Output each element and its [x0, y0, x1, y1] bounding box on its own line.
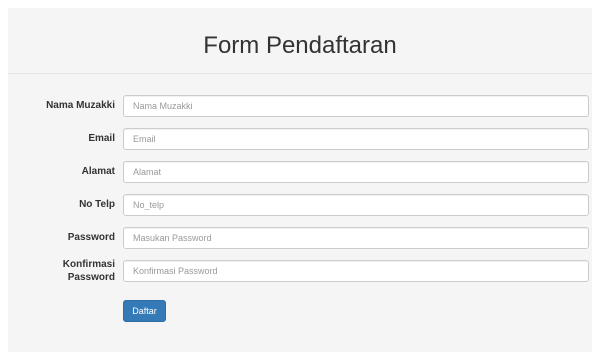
konfirmasi-password-label: Konfirmasi Password — [5, 258, 115, 284]
nama-muzakki-input[interactable] — [123, 95, 589, 117]
form-row-alamat: Alamat — [8, 161, 592, 183]
no-telp-label: No Telp — [79, 199, 115, 210]
nama-muzakki-label: Nama Muzakki — [46, 100, 115, 111]
konfirmasi-password-label-line2: Password — [67, 272, 115, 283]
konfirmasi-password-label-line1: Konfirmasi — [62, 259, 115, 270]
alamat-label: Alamat — [81, 166, 115, 177]
form-row-nama-muzakki: Nama Muzakki — [8, 95, 592, 117]
no-telp-input[interactable] — [123, 194, 589, 216]
password-input[interactable] — [123, 227, 589, 249]
daftar-button[interactable]: Daftar — [123, 300, 166, 322]
registration-panel: Form Pendaftaran Nama Muzakki Email Alam… — [8, 8, 592, 352]
konfirmasi-password-input[interactable] — [123, 260, 589, 282]
form-row-email: Email — [8, 128, 592, 150]
form-title: Form Pendaftaran — [203, 32, 397, 59]
email-label: Email — [88, 133, 115, 144]
form-row-password: Password — [8, 227, 592, 249]
alamat-input[interactable] — [123, 161, 589, 183]
form-row-no-telp: No Telp — [8, 194, 592, 216]
password-label: Password — [67, 232, 115, 243]
title-divider — [8, 73, 592, 74]
email-input[interactable] — [123, 128, 589, 150]
form-row-konfirmasi-password: Konfirmasi Password — [5, 258, 592, 284]
